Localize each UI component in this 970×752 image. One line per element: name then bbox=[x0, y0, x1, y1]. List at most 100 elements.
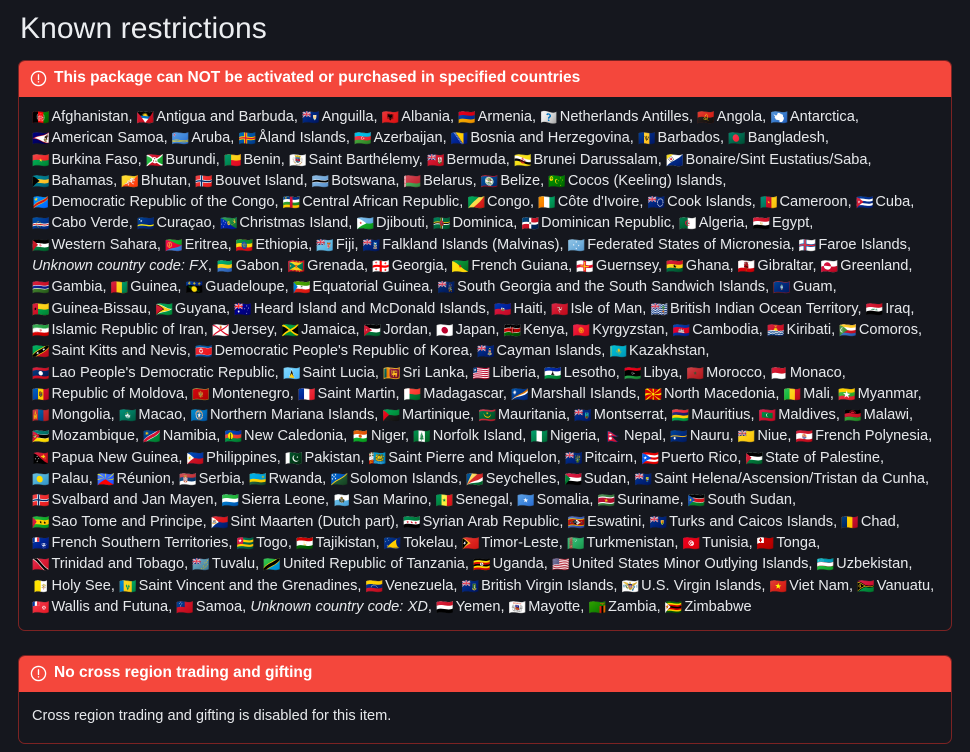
flag-icon: 🇻🇦 bbox=[32, 578, 50, 595]
flag-icon: 🇿🇼 bbox=[664, 599, 683, 616]
country-name: Bouvet Island bbox=[214, 172, 304, 189]
flag-icon: 🇪🇭 bbox=[32, 237, 50, 254]
country-name: Réunion bbox=[116, 471, 171, 488]
country-entry: 🇮🇶 Iraq bbox=[866, 301, 911, 318]
flag-icon: 🇵🇲 bbox=[368, 450, 387, 467]
country-name: Western Sahara bbox=[51, 236, 157, 253]
country-entry: 🇦🇶 Antarctica bbox=[770, 109, 854, 126]
country-entry: 🇰🇲 Comoros bbox=[839, 322, 918, 339]
country-name: Martinique bbox=[402, 407, 471, 424]
flag-icon: 🇺🇿 bbox=[816, 557, 835, 574]
country-name: United States Minor Outlying Islands bbox=[571, 556, 809, 573]
country-name: Republic of Moldova bbox=[51, 385, 185, 402]
flag-icon: 🇹🇻 bbox=[192, 557, 210, 574]
country-entry: 🇪🇹 Ethiopia bbox=[235, 237, 308, 254]
country-entry: 🇫🇴 Faroe Islands bbox=[799, 237, 907, 254]
country-name: Tuvalu bbox=[211, 556, 256, 573]
country-entry: 🇧🇦 Bosnia and Herzegovina bbox=[451, 130, 630, 147]
country-entry: 🇻🇮 U.S. Virgin Islands bbox=[622, 578, 762, 595]
flag-icon: 🇲🇱 bbox=[783, 386, 802, 403]
flag-icon: 🇪🇹 bbox=[235, 237, 254, 254]
country-entry: 🇲🇬 Madagascar bbox=[404, 385, 503, 403]
flag-icon: 🇹🇯 bbox=[296, 535, 314, 552]
flag-icon: 🇩🇲 bbox=[433, 216, 451, 233]
country-entry: 🇧🇮 Burundi bbox=[146, 152, 216, 169]
country-entry: 🇧🇻 Bouvet Island bbox=[195, 172, 304, 190]
country-name: Tajikistan bbox=[315, 534, 376, 551]
country-name: Maldives bbox=[778, 407, 836, 424]
country-entry: 🇩🇿 Algeria bbox=[679, 215, 744, 233]
country-name: Uganda bbox=[492, 556, 544, 573]
country-name: Madagascar bbox=[423, 385, 503, 402]
country-entry: 🇧🇼 Botswana bbox=[312, 173, 396, 190]
country-entry: 🇰🇵 Democratic People's Republic of Korea bbox=[195, 343, 469, 360]
country-entry: 🇧🇹 Bhutan bbox=[121, 173, 187, 190]
country-entry: 🇬🇸 South Georgia and the South Sandwich I… bbox=[438, 279, 765, 296]
flag-icon: 🇬🇾 bbox=[155, 301, 173, 318]
flag-icon: 🇨🇻 bbox=[32, 216, 50, 233]
country-entry: 🇸🇷 Suriname bbox=[598, 492, 680, 509]
country-entry: 🇬🇱 Greenland bbox=[821, 258, 909, 275]
country-entry: 🇧🇿 Belize bbox=[481, 173, 540, 190]
country-name: Northern Mariana Islands bbox=[209, 407, 375, 424]
country-name: Wallis and Futuna bbox=[51, 598, 169, 615]
flag-icon: 🇲🇭 bbox=[511, 386, 529, 403]
flag-icon: 🇦🇴 bbox=[697, 110, 715, 126]
flag-icon: 🇧🇾 bbox=[403, 173, 422, 190]
flag-icon: 🇵🇭 bbox=[186, 450, 205, 467]
unknown-country-entry: Unknown country code: FX bbox=[32, 258, 208, 274]
country-name: American Samoa bbox=[51, 130, 164, 147]
flag-icon: 🇻🇬 bbox=[461, 578, 480, 595]
country-entry: 🇸🇴 Somalia bbox=[517, 492, 589, 509]
flag-icon: 🇬🇮 bbox=[737, 259, 756, 276]
country-name: Democratic People's Republic of Korea bbox=[214, 343, 469, 360]
flag-icon: 🇩🇴 bbox=[521, 216, 540, 233]
country-entry: 🇦🇽 Åland Islands bbox=[239, 130, 346, 147]
country-name: Christmas Island bbox=[239, 215, 349, 232]
country-name: Vanuatu bbox=[876, 577, 931, 594]
country-name: Kenya bbox=[523, 321, 565, 338]
country-entry: 🇨🇮 Côte d'Ivoire bbox=[538, 194, 639, 211]
country-name: Brunei Darussalam bbox=[533, 151, 658, 168]
country-name: North Macedonia bbox=[663, 385, 776, 402]
country-entry: 🇻🇳 Viet Nam bbox=[769, 578, 849, 595]
country-entry: 🇫🇲 Federated States of Micronesia bbox=[568, 237, 791, 254]
flag-icon: 🇸🇽 bbox=[210, 514, 229, 531]
country-name: Samoa bbox=[195, 598, 243, 615]
country-name: Saint Helena/Ascension/Tristan da Cunha bbox=[654, 471, 926, 488]
country-entry: 🇮🇲 Isle of Man bbox=[551, 301, 642, 318]
country-name: Togo bbox=[256, 534, 288, 551]
flag-icon: 🇧🇧 bbox=[638, 131, 656, 148]
country-entry: 🇵🇷 Puerto Rico bbox=[642, 450, 738, 467]
country-name: Jamaica bbox=[301, 321, 356, 338]
flag-icon: 🇩🇿 bbox=[679, 216, 697, 233]
country-entry: 🇺🇬 Uganda bbox=[473, 556, 544, 573]
country-entry: 🇳🇫 Norfolk Island bbox=[413, 428, 522, 445]
flag-icon: 🇪🇬 bbox=[752, 216, 770, 233]
flag-icon: 🇹🇱 bbox=[461, 535, 480, 552]
country-entry: 🇬🇵 Guadeloupe bbox=[186, 279, 285, 296]
country-name: Sudan bbox=[584, 471, 627, 488]
flag-icon: 🇲🇸 bbox=[574, 408, 592, 425]
flag-icon: 🇦🇫 bbox=[32, 110, 50, 126]
flag-icon: 🇵🇬 bbox=[32, 450, 50, 467]
country-entry: 🇰🇭 Cambodia bbox=[673, 322, 759, 339]
flag-icon: 🇻🇳 bbox=[769, 578, 788, 595]
country-name: Saint Martin bbox=[317, 385, 396, 402]
country-name: Mali bbox=[803, 385, 830, 402]
flag-icon: 🇧🇲 bbox=[427, 152, 445, 169]
country-entry: 🇬🇼 Guinea-Bissau bbox=[32, 301, 147, 318]
country-entry: 🇸🇿 Eswatini bbox=[568, 514, 642, 531]
country-entry: 🇨🇬 Congo bbox=[468, 194, 530, 211]
flag-icon: 🇸🇾 bbox=[403, 514, 421, 531]
country-name: Libya bbox=[643, 364, 679, 381]
country-entry: 🇸🇲 San Marino bbox=[333, 492, 427, 509]
flag-icon: 🇬🇺 bbox=[773, 280, 791, 297]
country-entry: 🇨🇫 Central African Republic bbox=[283, 194, 459, 211]
flag-icon: 🇨🇽 bbox=[219, 216, 238, 233]
flag-icon: 🇲🇪 bbox=[192, 386, 210, 403]
flag-icon: 🇱🇸 bbox=[544, 365, 562, 382]
country-name: Saint Pierre and Miquelon bbox=[388, 449, 557, 466]
country-entry: 🇵🇭 Philippines bbox=[186, 450, 277, 467]
country-restrictions-panel: This package can NOT be activated or pur… bbox=[18, 60, 952, 632]
